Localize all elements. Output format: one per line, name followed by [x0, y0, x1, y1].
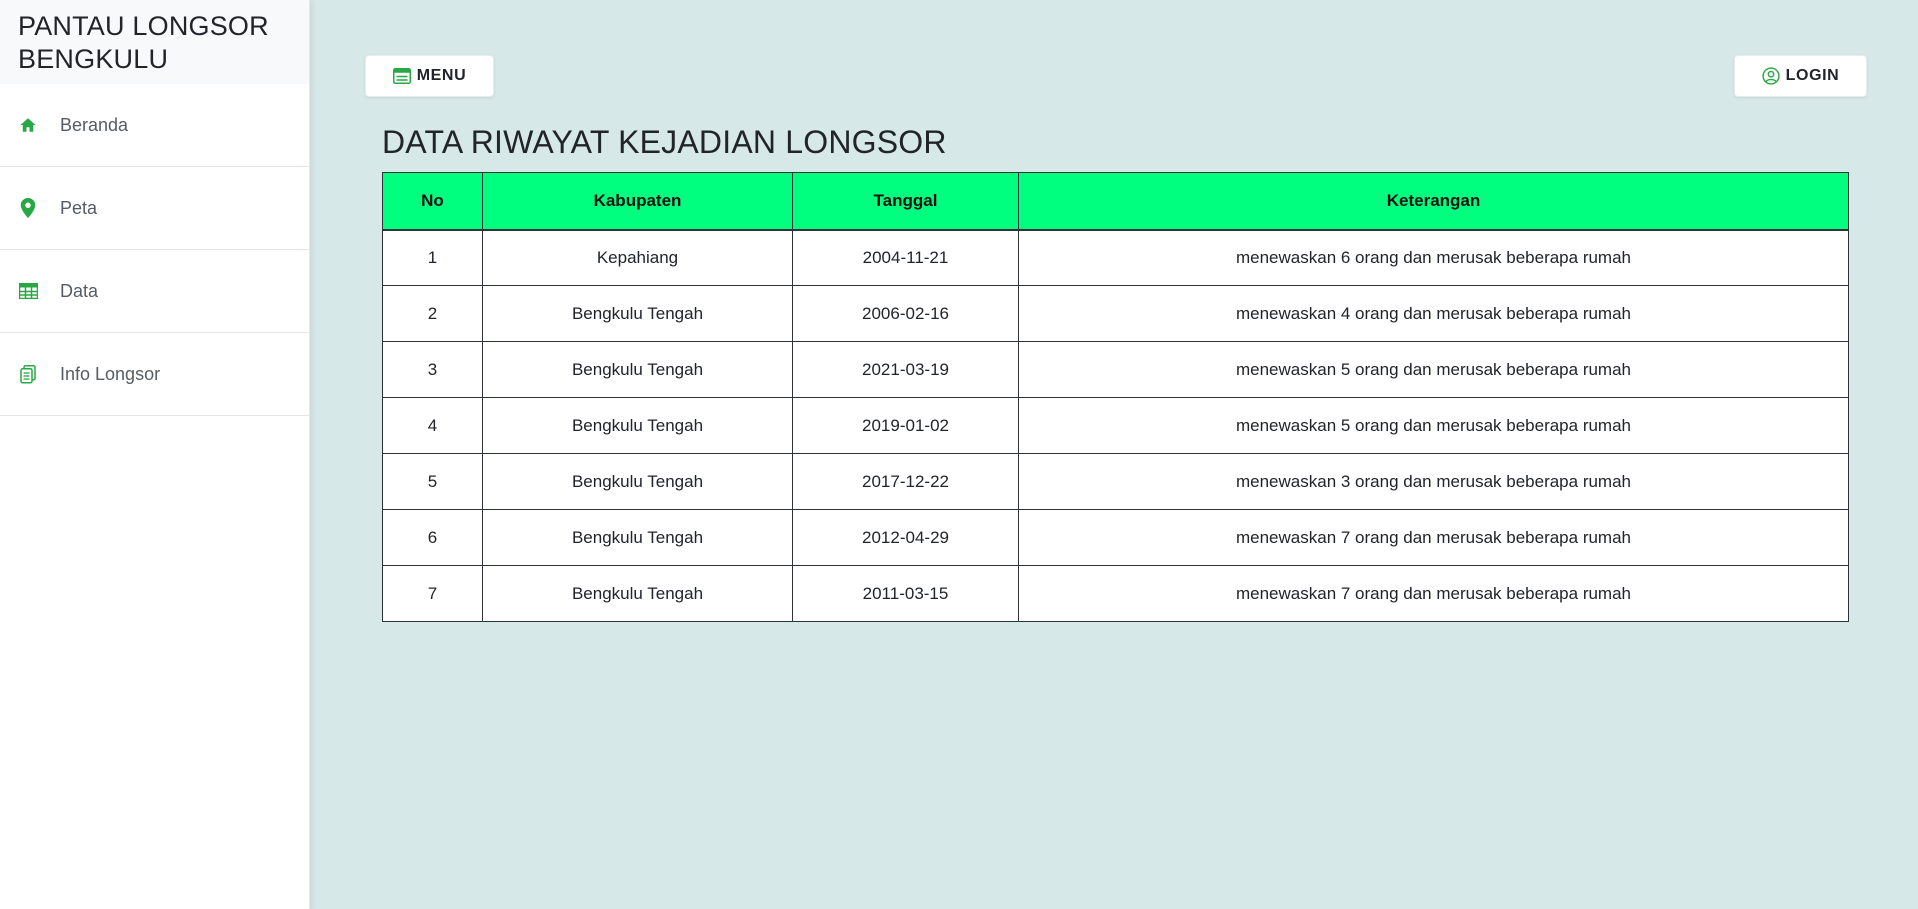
cell-tanggal: 2004-11-21 [792, 229, 1019, 286]
cell-keterangan: menewaskan 4 orang dan merusak beberapa … [1018, 285, 1849, 342]
table-row: 1 Kepahiang 2004-11-21 menewaskan 6 oran… [382, 229, 1849, 286]
brand-title: PANTAU LONGSOR BENGKULU [0, 0, 309, 84]
cell-no: 3 [382, 341, 483, 398]
cell-tanggal: 2006-02-16 [792, 285, 1019, 342]
cell-tanggal: 2011-03-15 [792, 565, 1019, 622]
login-button-label: LOGIN [1785, 67, 1840, 84]
login-button[interactable]: LOGIN [1734, 55, 1867, 97]
user-circle-icon [1762, 67, 1780, 85]
cell-tanggal: 2021-03-19 [792, 341, 1019, 398]
menu-button-label: MENU [416, 67, 467, 84]
home-icon [18, 115, 38, 135]
table-header-row: No Kabupaten Tanggal Keterangan [382, 172, 1849, 231]
cell-kabupaten: Bengkulu Tengah [482, 397, 793, 454]
column-header-keterangan: Keterangan [1018, 172, 1849, 231]
sidebar-item-label: Data [60, 280, 99, 301]
column-header-kabupaten: Kabupaten [482, 172, 793, 231]
cell-kabupaten: Bengkulu Tengah [482, 565, 793, 622]
menu-icon [392, 68, 411, 84]
cell-no: 2 [382, 285, 483, 342]
column-header-tanggal: Tanggal [792, 172, 1019, 231]
sidebar-item-beranda[interactable]: Beranda [0, 84, 309, 167]
cell-tanggal: 2012-04-29 [792, 509, 1019, 566]
cell-keterangan: menewaskan 3 orang dan merusak beberapa … [1018, 453, 1849, 510]
cell-tanggal: 2019-01-02 [792, 397, 1019, 454]
table-row: 4 Bengkulu Tengah 2019-01-02 menewaskan … [382, 397, 1849, 454]
sidebar: PANTAU LONGSOR BENGKULU Beranda Peta Dat… [0, 0, 310, 909]
sidebar-item-label: Peta [60, 197, 98, 218]
cell-keterangan: menewaskan 5 orang dan merusak beberapa … [1018, 341, 1849, 398]
sidebar-item-data[interactable]: Data [0, 250, 309, 333]
page-title: DATA RIWAYAT KEJADIAN LONGSOR [382, 124, 947, 160]
cell-kabupaten: Bengkulu Tengah [482, 341, 793, 398]
table-row: 3 Bengkulu Tengah 2021-03-19 menewaskan … [382, 341, 1849, 398]
landslide-history-table: No Kabupaten Tanggal Keterangan 1 Kepahi… [382, 172, 1849, 622]
menu-button[interactable]: MENU [365, 55, 494, 97]
cell-keterangan: menewaskan 7 orang dan merusak beberapa … [1018, 509, 1849, 566]
document-icon [18, 364, 38, 384]
sidebar-item-label: Beranda [60, 114, 129, 135]
table-row: 5 Bengkulu Tengah 2017-12-22 menewaskan … [382, 453, 1849, 510]
table-row: 7 Bengkulu Tengah 2011-03-15 menewaskan … [382, 565, 1849, 622]
cell-no: 7 [382, 565, 483, 622]
cell-keterangan: menewaskan 5 orang dan merusak beberapa … [1018, 397, 1849, 454]
cell-kabupaten: Bengkulu Tengah [482, 453, 793, 510]
cell-no: 6 [382, 509, 483, 566]
cell-tanggal: 2017-12-22 [792, 453, 1019, 510]
map-pin-icon [18, 198, 38, 218]
cell-kabupaten: Bengkulu Tengah [482, 285, 793, 342]
cell-no: 5 [382, 453, 483, 510]
table-icon [18, 281, 38, 301]
sidebar-item-label: Info Longsor [60, 363, 161, 384]
cell-keterangan: menewaskan 6 orang dan merusak beberapa … [1018, 229, 1849, 286]
cell-kabupaten: Kepahiang [482, 229, 793, 286]
sidebar-item-peta[interactable]: Peta [0, 167, 309, 250]
cell-keterangan: menewaskan 7 orang dan merusak beberapa … [1018, 565, 1849, 622]
column-header-no: No [382, 172, 483, 231]
table-row: 6 Bengkulu Tengah 2012-04-29 menewaskan … [382, 509, 1849, 566]
cell-no: 1 [382, 229, 483, 286]
sidebar-item-info-longsor[interactable]: Info Longsor [0, 333, 309, 416]
table-row: 2 Bengkulu Tengah 2006-02-16 menewaskan … [382, 285, 1849, 342]
cell-no: 4 [382, 397, 483, 454]
cell-kabupaten: Bengkulu Tengah [482, 509, 793, 566]
